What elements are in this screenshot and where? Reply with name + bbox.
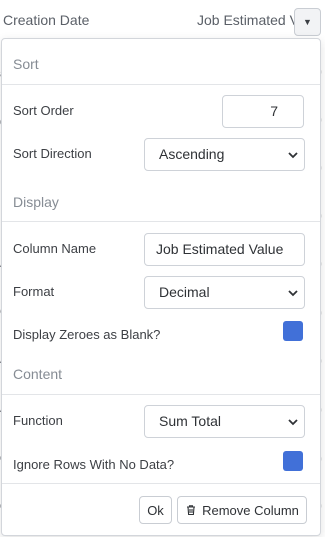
column-header-job-estimated-value[interactable]: Job Estimated V bbox=[197, 12, 295, 28]
function-value: Sum Total bbox=[159, 413, 221, 429]
ok-button[interactable]: Ok bbox=[139, 496, 172, 524]
divider bbox=[2, 84, 320, 85]
sort-direction-value: Ascending bbox=[159, 146, 225, 162]
divider bbox=[2, 221, 320, 222]
format-value: Decimal bbox=[159, 284, 210, 300]
divider bbox=[2, 394, 320, 395]
sort-direction-select[interactable]: Ascending bbox=[144, 138, 305, 171]
section-title-display: Display bbox=[13, 194, 59, 210]
ok-button-label: Ok bbox=[147, 502, 164, 518]
section-title-sort: Sort bbox=[13, 56, 39, 72]
function-select[interactable]: Sum Total bbox=[144, 405, 305, 438]
caret-down-icon: ▼ bbox=[303, 16, 312, 27]
zeroes-blank-checkbox[interactable] bbox=[283, 321, 303, 341]
sort-direction-label: Sort Direction bbox=[13, 146, 92, 161]
ignore-rows-label: Ignore Rows With No Data? bbox=[13, 457, 175, 472]
chevron-down-icon bbox=[288, 290, 298, 297]
column-name-input[interactable]: Job Estimated Value bbox=[144, 233, 305, 266]
column-name-label: Column Name bbox=[13, 241, 97, 256]
table-header: Creation Date Job Estimated V ▼ bbox=[0, 0, 325, 40]
chevron-down-icon bbox=[288, 419, 298, 426]
format-label: Format bbox=[13, 284, 55, 299]
sort-order-label: Sort Order bbox=[13, 103, 74, 118]
column-options-panel: Sort Sort Order 7 Sort Direction Ascendi… bbox=[1, 38, 321, 536]
format-select[interactable]: Decimal bbox=[144, 276, 305, 309]
function-label: Function bbox=[13, 413, 63, 428]
remove-column-label: Remove Column bbox=[202, 502, 299, 518]
column-header-creation-date[interactable]: Creation Date bbox=[3, 12, 89, 28]
trash-icon bbox=[187, 505, 196, 516]
section-title-content: Content bbox=[13, 366, 63, 382]
remove-column-button[interactable]: Remove Column bbox=[177, 496, 307, 524]
sort-order-input[interactable]: 7 bbox=[222, 95, 304, 128]
zeroes-blank-label: Display Zeroes as Blank? bbox=[13, 327, 161, 342]
ignore-rows-checkbox[interactable] bbox=[283, 451, 303, 471]
chevron-down-icon bbox=[288, 152, 298, 159]
divider bbox=[2, 483, 320, 484]
column-menu-button[interactable]: ▼ bbox=[294, 8, 321, 36]
